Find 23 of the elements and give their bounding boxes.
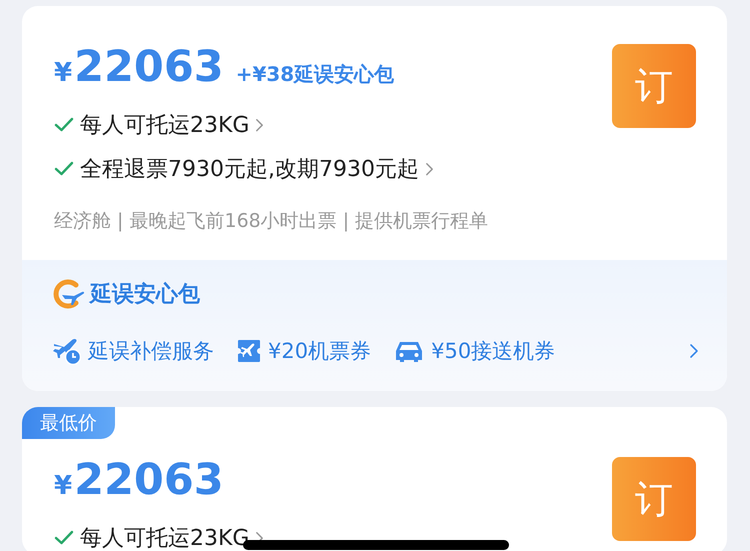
benefit-text: ¥20机票券 <box>268 338 372 365</box>
ticket-plane-icon <box>236 338 262 364</box>
feature-text[interactable]: 全程退票7930元起,改期7930元起 <box>80 154 419 184</box>
chevron-right-icon <box>689 343 699 359</box>
price: 22063 <box>74 455 224 505</box>
feature-text[interactable]: 每人可托运23KG <box>80 523 250 551</box>
insurance-title: 延误安心包 <box>90 280 200 309</box>
badge: 最低价 <box>22 407 115 439</box>
logo-icon <box>52 279 86 309</box>
check-icon <box>54 530 74 546</box>
plane-clock-icon <box>52 336 82 366</box>
benefit-text: ¥50接送机券 <box>431 338 556 365</box>
currency-symbol: ¥ <box>54 471 72 501</box>
chevron-right-icon <box>255 118 264 132</box>
addon-price: +¥38延误安心包 <box>236 61 394 88</box>
currency-symbol: ¥ <box>54 58 72 88</box>
check-icon <box>54 161 74 177</box>
chevron-right-icon <box>424 162 434 176</box>
benefit-text: 延误补偿服务 <box>88 338 214 365</box>
feature-text[interactable]: 每人可托运23KG <box>80 110 250 140</box>
check-icon <box>54 117 74 133</box>
fare-info: 经济舱 | 最晚起飞前168小时出票 | 提供机票行程单 <box>54 209 488 234</box>
price: 22063 <box>74 42 224 92</box>
